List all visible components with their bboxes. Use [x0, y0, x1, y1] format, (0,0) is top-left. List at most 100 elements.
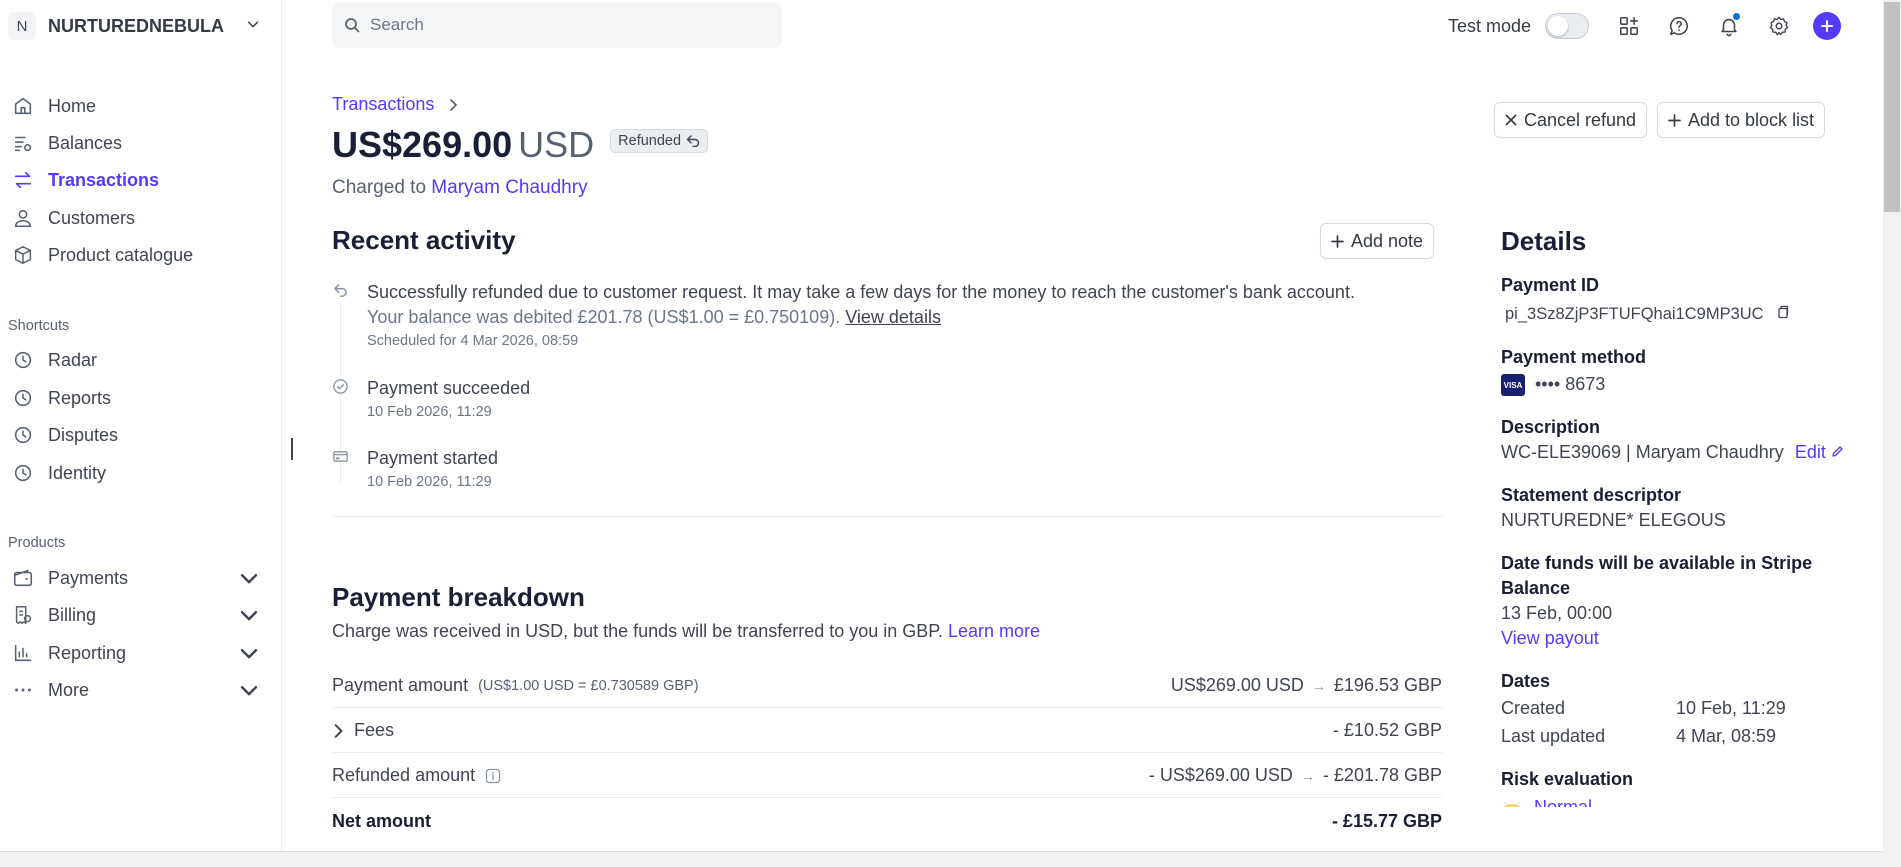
clock-icon [14, 351, 32, 369]
sidebar-item-home[interactable]: Home [12, 91, 274, 121]
add-note-button[interactable]: Add note [1320, 223, 1435, 259]
breakdown-row-fees[interactable]: Fees - £10.52 GBP [332, 709, 1442, 753]
sidebar-item-label: Identity [48, 462, 107, 483]
breadcrumb-transactions-link[interactable]: Transactions [332, 94, 434, 115]
sidebar-resize-handle[interactable] [291, 438, 293, 460]
add-note-label: Add note [1351, 230, 1424, 251]
breakdown-row-label: Net amount [332, 810, 431, 831]
add-to-block-list-button[interactable]: Add to block list [1657, 102, 1826, 138]
vertical-scrollbar-thumb[interactable] [1884, 2, 1900, 212]
activity-event-sub-text: Your balance was debited £201.78 (US$1.0… [367, 307, 841, 327]
breakdown-to-value: £196.53 GBP [1333, 675, 1442, 695]
sidebar-item-product-catalogue[interactable]: Product catalogue [12, 240, 274, 270]
payment-method-block: Payment method VISA •••• 8673 [1501, 345, 1861, 397]
dates-label: Dates [1501, 671, 1551, 691]
account-name: NURTUREDNEBULA ... [48, 15, 228, 36]
billing-icon [15, 606, 32, 624]
charged-to: Charged to Maryam Chaudhry [332, 177, 588, 199]
payment-id-value: pi_3Sz8ZjP3FTUFQhai1C9MP3UC [1501, 302, 1861, 327]
description-text: WC-ELE39069 | Maryam Chaudhry [1501, 442, 1784, 462]
toggle-knob [1548, 16, 1569, 36]
check-circle-icon [333, 379, 348, 394]
sidebar-item-customers[interactable]: Customers [12, 203, 274, 233]
sidebar-item-label: Disputes [48, 424, 119, 445]
sidebar-item-label: Transactions [48, 169, 160, 190]
sidebar-item-label: More [48, 679, 90, 700]
statement-descriptor-label: Statement descriptor [1501, 485, 1682, 505]
activity-event-main: Payment started [367, 448, 499, 468]
breakdown-from-value: - US$269.00 USD [1148, 765, 1293, 785]
statement-descriptor-block: Statement descriptor NURTUREDNE* ELEGOUS [1501, 483, 1861, 533]
breakdown-row-payment-amount: Payment amount (US$1.00 USD = £0.730589 … [332, 664, 1442, 708]
account-switcher[interactable]: N NURTUREDNEBULA ... [8, 11, 259, 41]
edit-description-link[interactable]: Edit [1795, 442, 1844, 462]
cancel-refund-button[interactable]: Cancel refund [1494, 102, 1648, 138]
breakdown-row-label: Refunded amount [332, 765, 476, 785]
dates-block: Dates Created 10 Feb, 11:29 Last updated… [1501, 669, 1861, 749]
close-icon [1505, 114, 1517, 126]
horizontal-scrollbar[interactable] [0, 851, 1883, 867]
breakdown-row-net: Net amount - £15.77 GBP [332, 799, 1442, 843]
chevron-right-icon [450, 98, 458, 111]
sidebar-item-balances[interactable]: Balances [12, 128, 274, 158]
details-panel: Details Payment ID pi_3Sz8ZjP3FTUFQhai1C… [1501, 226, 1861, 825]
breakdown-value: - £15.77 GBP [1331, 810, 1442, 831]
arrow-right-icon: → [1311, 677, 1326, 694]
section-divider [332, 516, 1442, 517]
sidebar-item-payments[interactable]: Payments [12, 563, 274, 593]
sidebar-item-radar[interactable]: Radar [12, 345, 274, 375]
apps-icon [1620, 16, 1639, 36]
funds-available-block: Date funds will be available in Stripe B… [1501, 551, 1861, 651]
info-icon[interactable] [485, 768, 501, 784]
test-mode-toggle[interactable] [1545, 13, 1590, 39]
sidebar-item-transactions[interactable]: Transactions [12, 165, 274, 195]
chevron-down-icon [240, 649, 258, 659]
more-icon [15, 688, 31, 692]
topbar-actions: Test mode [1448, 10, 1842, 42]
plus-icon [1668, 113, 1681, 127]
sidebar-item-label: Payments [48, 567, 129, 588]
cancel-refund-label: Cancel refund [1524, 109, 1637, 130]
activity-event-body: Successfully refunded due to customer re… [367, 280, 1355, 349]
copy-icon[interactable] [1776, 305, 1789, 319]
sidebar-item-reports[interactable]: Reports [12, 383, 274, 413]
view-payout-link[interactable]: View payout [1501, 626, 1861, 651]
bar-chart-icon [14, 644, 32, 662]
funds-available-date: 13 Feb, 00:00 [1501, 603, 1613, 623]
search-bar[interactable] [332, 2, 782, 48]
clock-icon [14, 464, 32, 482]
help-button[interactable] [1663, 10, 1695, 42]
settings-button[interactable] [1763, 10, 1795, 42]
sidebar-item-identity[interactable]: Identity [12, 458, 274, 488]
activity-event-body: Payment started 10 Feb 2026, 11:29 [367, 446, 498, 490]
notifications-button[interactable] [1713, 10, 1745, 42]
description-block: Description WC-ELE39069 | Maryam Chaudhr… [1501, 415, 1861, 465]
balances-icon [14, 136, 32, 152]
breakdown-subtitle-text: Charge was received in USD, but the fund… [332, 621, 943, 641]
sidebar-item-disputes[interactable]: Disputes [12, 420, 274, 450]
statement-descriptor-value: NURTUREDNE* ELEGOUS [1501, 510, 1726, 530]
learn-more-link[interactable]: Learn more [948, 621, 1040, 641]
dates-grid: Created 10 Feb, 11:29 Last updated 4 Mar… [1501, 696, 1861, 749]
payment-method-value: VISA •••• 8673 [1501, 372, 1861, 397]
risk-evaluation-value[interactable]: Normal [1501, 795, 1861, 807]
sidebar-item-more[interactable]: More [12, 675, 274, 705]
activity-event-sub: Your balance was debited £201.78 (US$1.0… [367, 305, 1355, 330]
sidebar-item-billing[interactable]: Billing [12, 600, 274, 630]
apps-button[interactable] [1613, 10, 1645, 42]
search-input[interactable] [370, 15, 750, 35]
description-value: WC-ELE39069 | Maryam Chaudhry Edit [1501, 440, 1861, 465]
notification-dot [1733, 13, 1741, 20]
sidebar-item-label: Reports [48, 387, 112, 408]
customer-link[interactable]: Maryam Chaudhry [431, 177, 587, 198]
sidebar-item-reporting[interactable]: Reporting [12, 638, 274, 668]
create-button[interactable] [1813, 12, 1842, 40]
refund-icon [686, 135, 700, 147]
view-details-link[interactable]: View details [845, 307, 941, 327]
breakdown-row-label: Fees [354, 720, 395, 740]
status-badge-label: Refunded [618, 133, 682, 149]
breakdown-row-refunded: Refunded amount - US$269.00 USD → - £201… [332, 754, 1442, 798]
sidebar-item-label: Balances [48, 132, 123, 153]
exchange-rate-note: (US$1.00 USD = £0.730589 GBP) [478, 677, 699, 694]
activity-event-date: Scheduled for 4 Mar 2026, 08:59 [367, 333, 579, 349]
